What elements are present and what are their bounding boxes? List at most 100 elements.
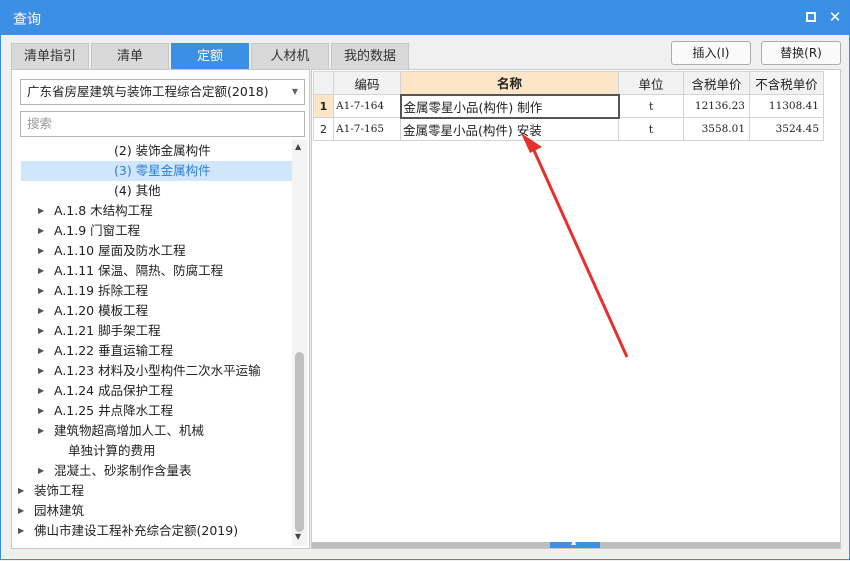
chevron-up-icon: ▲ <box>571 538 577 546</box>
scroll-up-icon[interactable]: ▲ <box>295 142 301 151</box>
tree-item[interactable]: ▶ 装饰工程 <box>12 481 292 501</box>
tree-item-label: (4) 其他 <box>114 183 161 198</box>
unit-header[interactable]: 单位 <box>618 71 684 95</box>
expand-arrow-icon[interactable]: ▶ <box>18 521 24 541</box>
horizontal-splitter[interactable]: ▲ <box>312 538 840 548</box>
price-tax-cell[interactable]: 3558.01 <box>683 117 750 141</box>
tree-item-label: 园林建筑 <box>34 503 85 518</box>
tree-item-label: 建筑物超高增加人工、机械 <box>54 423 205 438</box>
tree-item[interactable]: ▶ A.1.21 脚手架工程 <box>12 321 292 341</box>
expand-arrow-icon[interactable]: ▶ <box>38 341 44 361</box>
tree-item[interactable]: ▶ 园林建筑 <box>12 501 292 521</box>
tree-item-label: A.1.24 成品保护工程 <box>54 383 174 398</box>
expand-arrow-icon[interactable]: ▶ <box>38 321 44 341</box>
expand-arrow-icon[interactable]: ▶ <box>38 421 44 441</box>
maximize-icon[interactable] <box>803 9 819 25</box>
tree-item[interactable]: ▶ A.1.8 木结构工程 <box>12 201 292 221</box>
row-number: 1 <box>313 94 334 118</box>
insert-button[interactable]: 插入(I) <box>671 41 751 65</box>
tree-item[interactable]: ▶ A.1.10 屋面及防水工程 <box>12 241 292 261</box>
price-notax-header[interactable]: 不含税单价 <box>749 71 824 95</box>
price-notax-cell[interactable]: 3524.45 <box>749 117 824 141</box>
name-cell[interactable]: 金属零星小品(构件) 安装 <box>400 117 619 141</box>
tree-item[interactable]: ▶ 建筑物超高增加人工、机械 <box>12 421 292 441</box>
tab-my-data[interactable]: 我的数据 <box>331 43 409 69</box>
expand-arrow-icon[interactable]: ▶ <box>38 241 44 261</box>
quota-tree: (2) 装饰金属构件 (3) 零星金属构件 (4) 其他 ▶ A.1.8 木结构工程 ▶ A… <box>12 140 292 550</box>
query-dialog: 查询 ✕ 清单指引 清单 定额 人材机 我的数据 插入(I) 替换(R) 广东省… <box>0 0 850 560</box>
tree-item[interactable]: 单独计算的费用 <box>12 441 292 461</box>
code-header[interactable]: 编码 <box>333 71 401 95</box>
close-icon[interactable]: ✕ <box>827 9 843 25</box>
price-tax-header[interactable]: 含税单价 <box>683 71 750 95</box>
tree-item-label: A.1.10 屋面及防水工程 <box>54 243 186 258</box>
expand-arrow-icon[interactable]: ▶ <box>38 361 44 381</box>
tree-item-label: 混凝土、砂浆制作含量表 <box>54 463 192 478</box>
tab-labor-material-machine[interactable]: 人材机 <box>251 43 329 69</box>
tree-item[interactable]: ▶ 佛山市建设工程补充综合定额(2019) <box>12 521 292 541</box>
tree-item[interactable]: ▶ A.1.22 垂直运输工程 <box>12 341 292 361</box>
tree-item-label: A.1.11 保温、隔热、防腐工程 <box>54 263 224 278</box>
tree-item-label: 佛山市建设工程补充综合定额(2019) <box>34 523 239 538</box>
left-panel: 广东省房屋建筑与装饰工程综合定额(2018) ▼ 搜索 (2) 装饰金属构件 (3… <box>11 69 310 549</box>
splitter-grip[interactable]: ▲ <box>550 538 600 548</box>
library-select-value: 广东省房屋建筑与装饰工程综合定额(2018) <box>27 84 269 99</box>
expand-arrow-icon[interactable]: ▶ <box>38 221 44 241</box>
name-cell[interactable]: 金属零星小品(构件) 制作 <box>399 93 620 119</box>
expand-arrow-icon[interactable]: ▶ <box>38 201 44 221</box>
vertical-scrollbar[interactable]: ▲ ▼ <box>292 140 307 546</box>
table-row[interactable]: 1 A1-7-164 金属零星小品(构件) 制作 t 12136.23 1130… <box>313 93 824 119</box>
expand-arrow-icon[interactable]: ▶ <box>38 261 44 281</box>
expand-arrow-icon[interactable]: ▶ <box>38 381 44 401</box>
tree-item[interactable]: ▶ 混凝土、砂浆制作含量表 <box>12 461 292 481</box>
tree-item[interactable]: ▶ A.1.23 材料及小型构件二次水平运输 <box>12 361 292 381</box>
expand-arrow-icon[interactable]: ▶ <box>38 281 44 301</box>
scroll-down-icon[interactable]: ▼ <box>295 532 301 541</box>
tree-item-label: A.1.19 拆除工程 <box>54 283 149 298</box>
tree-item-label: (2) 装饰金属构件 <box>114 143 211 158</box>
tree-item-label: A.1.21 脚手架工程 <box>54 323 161 338</box>
row-number: 2 <box>313 117 334 141</box>
expand-arrow-icon[interactable]: ▶ <box>38 401 44 421</box>
tree-item-label: A.1.25 井点降水工程 <box>54 403 174 418</box>
tree-item[interactable]: ▶ A.1.25 井点降水工程 <box>12 401 292 421</box>
tree-item[interactable]: ▶ A.1.19 拆除工程 <box>12 281 292 301</box>
chevron-down-icon: ▼ <box>291 87 298 96</box>
code-cell[interactable]: A1-7-164 <box>333 94 401 118</box>
scrollbar-thumb[interactable] <box>295 352 304 532</box>
tree-item[interactable]: ▶ A.1.20 模板工程 <box>12 301 292 321</box>
tree-item[interactable]: ▶ A.1.24 成品保护工程 <box>12 381 292 401</box>
tree-item[interactable]: ▶ A.1.9 门窗工程 <box>12 221 292 241</box>
unit-cell[interactable]: t <box>618 117 684 141</box>
unit-cell[interactable]: t <box>618 94 684 118</box>
tree-item-label: (3) 零星金属构件 <box>114 163 211 178</box>
expand-arrow-icon[interactable]: ▶ <box>38 461 44 481</box>
expand-arrow-icon[interactable]: ▶ <box>38 301 44 321</box>
tab-list-guide[interactable]: 清单指引 <box>11 43 89 69</box>
tree-item[interactable]: (3) 零星金属构件 <box>21 161 292 181</box>
replace-button[interactable]: 替换(R) <box>761 41 841 65</box>
title-bar[interactable]: 查询 ✕ <box>1 1 849 35</box>
tree-item[interactable]: ▶ A.1.11 保温、隔热、防腐工程 <box>12 261 292 281</box>
tab-list[interactable]: 清单 <box>91 43 169 69</box>
price-notax-cell[interactable]: 11308.41 <box>749 94 824 118</box>
library-select[interactable]: 广东省房屋建筑与装饰工程综合定额(2018) ▼ <box>20 79 305 105</box>
tree-item[interactable]: (2) 装饰金属构件 <box>12 141 292 161</box>
tree-item[interactable]: (4) 其他 <box>12 181 292 201</box>
expand-arrow-icon[interactable]: ▶ <box>18 501 24 521</box>
name-header[interactable]: 名称 <box>400 71 619 95</box>
search-input[interactable]: 搜索 <box>20 111 305 137</box>
table-row[interactable]: 2 A1-7-165 金属零星小品(构件) 安装 t 3558.01 3524.… <box>313 117 824 141</box>
tree-item-label: 装饰工程 <box>34 483 85 498</box>
rownum-header <box>313 71 334 95</box>
tree-item-label: A.1.20 模板工程 <box>54 303 149 318</box>
tree-item-label: 单独计算的费用 <box>68 443 156 458</box>
price-tax-cell[interactable]: 12136.23 <box>683 94 750 118</box>
results-panel: 编码 名称 单位 含税单价 不含税单价 1 A1-7-164 金属零星小品(构件… <box>311 69 841 549</box>
tab-quota[interactable]: 定额 <box>171 43 249 69</box>
code-cell[interactable]: A1-7-165 <box>333 117 401 141</box>
expand-arrow-icon[interactable]: ▶ <box>18 481 24 501</box>
tree-item-label: A.1.23 材料及小型构件二次水平运输 <box>54 363 261 378</box>
results-table: 编码 名称 单位 含税单价 不含税单价 1 A1-7-164 金属零星小品(构件… <box>313 71 824 141</box>
tree-item-label: A.1.22 垂直运输工程 <box>54 343 174 358</box>
